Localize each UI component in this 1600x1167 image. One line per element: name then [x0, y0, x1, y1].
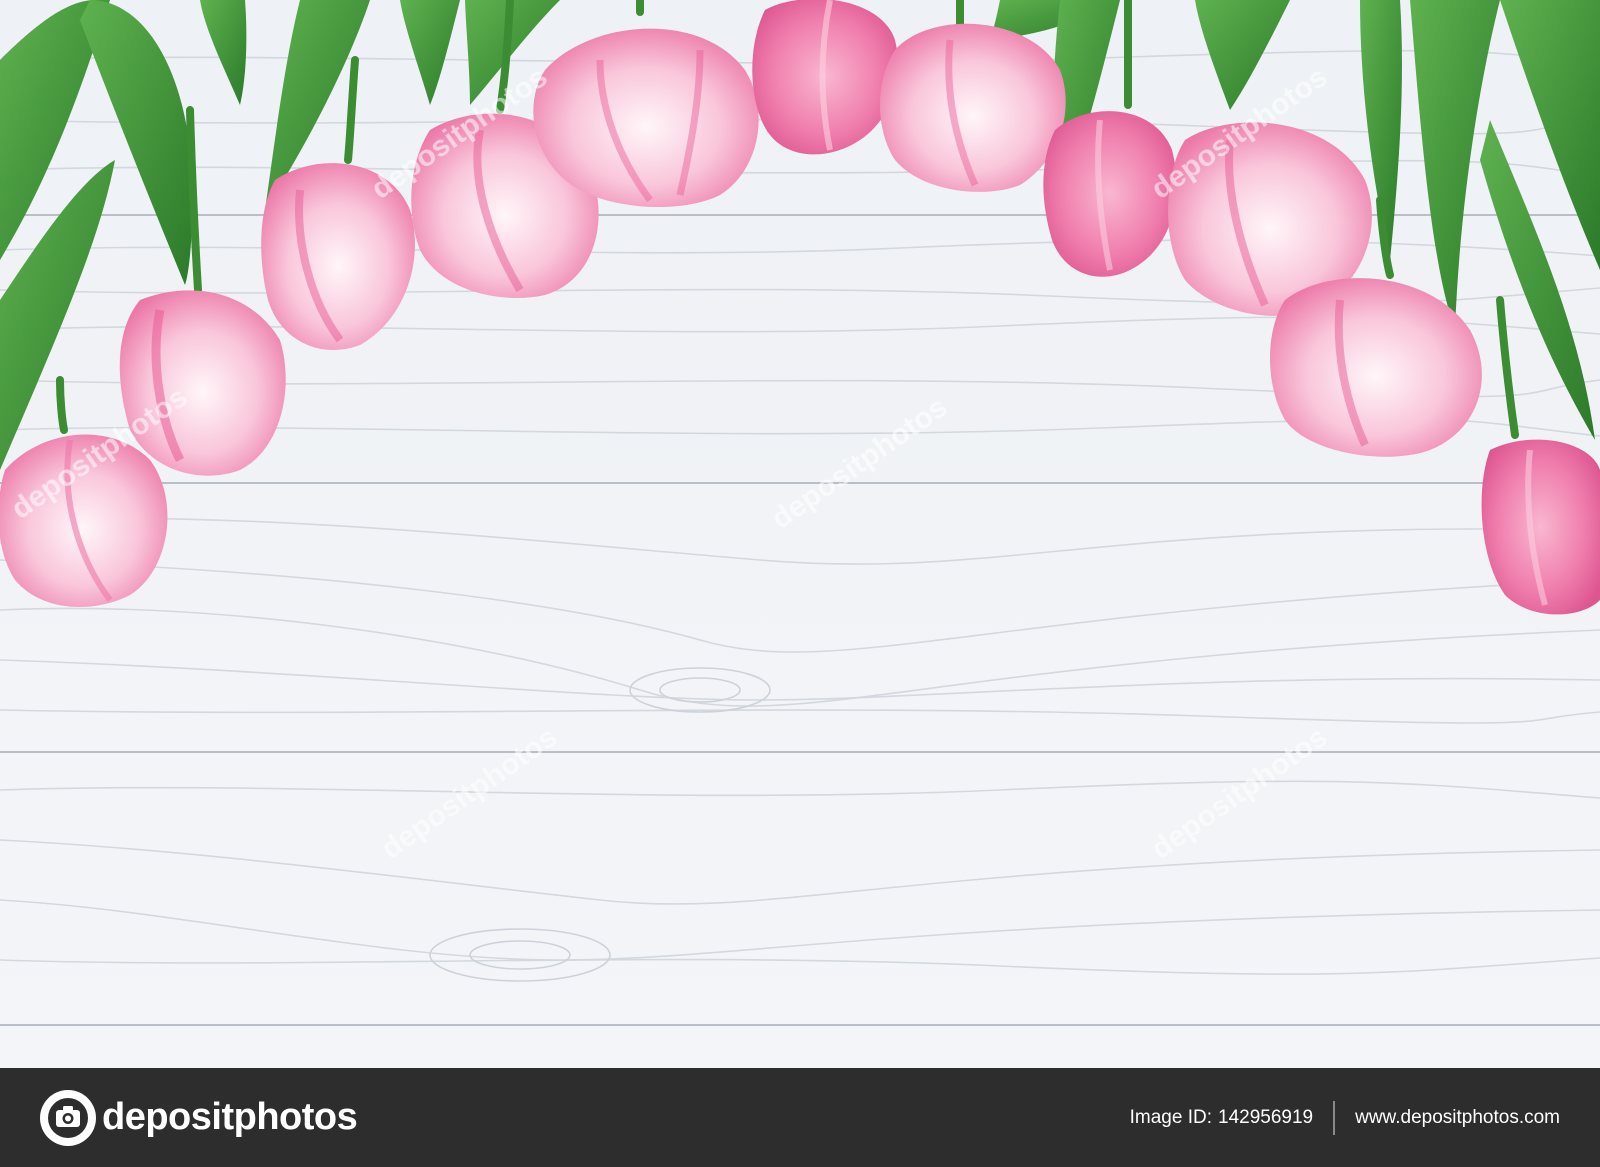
tulips-on-white-wood-photo: depositphotos depositphotos depositphoto…	[0, 0, 1600, 1068]
tulip-5	[533, 28, 759, 207]
stock-photo: depositphotos depositphotos depositphoto…	[0, 0, 1600, 1068]
image-meta: Image ID: 142956919 www.depositphotos.co…	[1129, 1100, 1560, 1135]
wood-background	[0, 0, 1600, 1068]
image-id-label: Image ID:	[1129, 1106, 1212, 1128]
logo-text: depositphotos	[102, 1096, 358, 1138]
depositphotos-logo[interactable]: depositphotos	[40, 1089, 358, 1146]
tulip-2	[119, 290, 286, 476]
tulip-7	[880, 23, 1066, 192]
meta-divider	[1333, 1100, 1336, 1135]
site-url-link[interactable]: www.depositphotos.com	[1355, 1107, 1560, 1129]
image-id-value: 142956919	[1218, 1106, 1314, 1128]
camera-icon	[40, 1089, 96, 1146]
stock-footer-bar: depositphotos Image ID: 142956919 www.de…	[0, 1068, 1600, 1167]
